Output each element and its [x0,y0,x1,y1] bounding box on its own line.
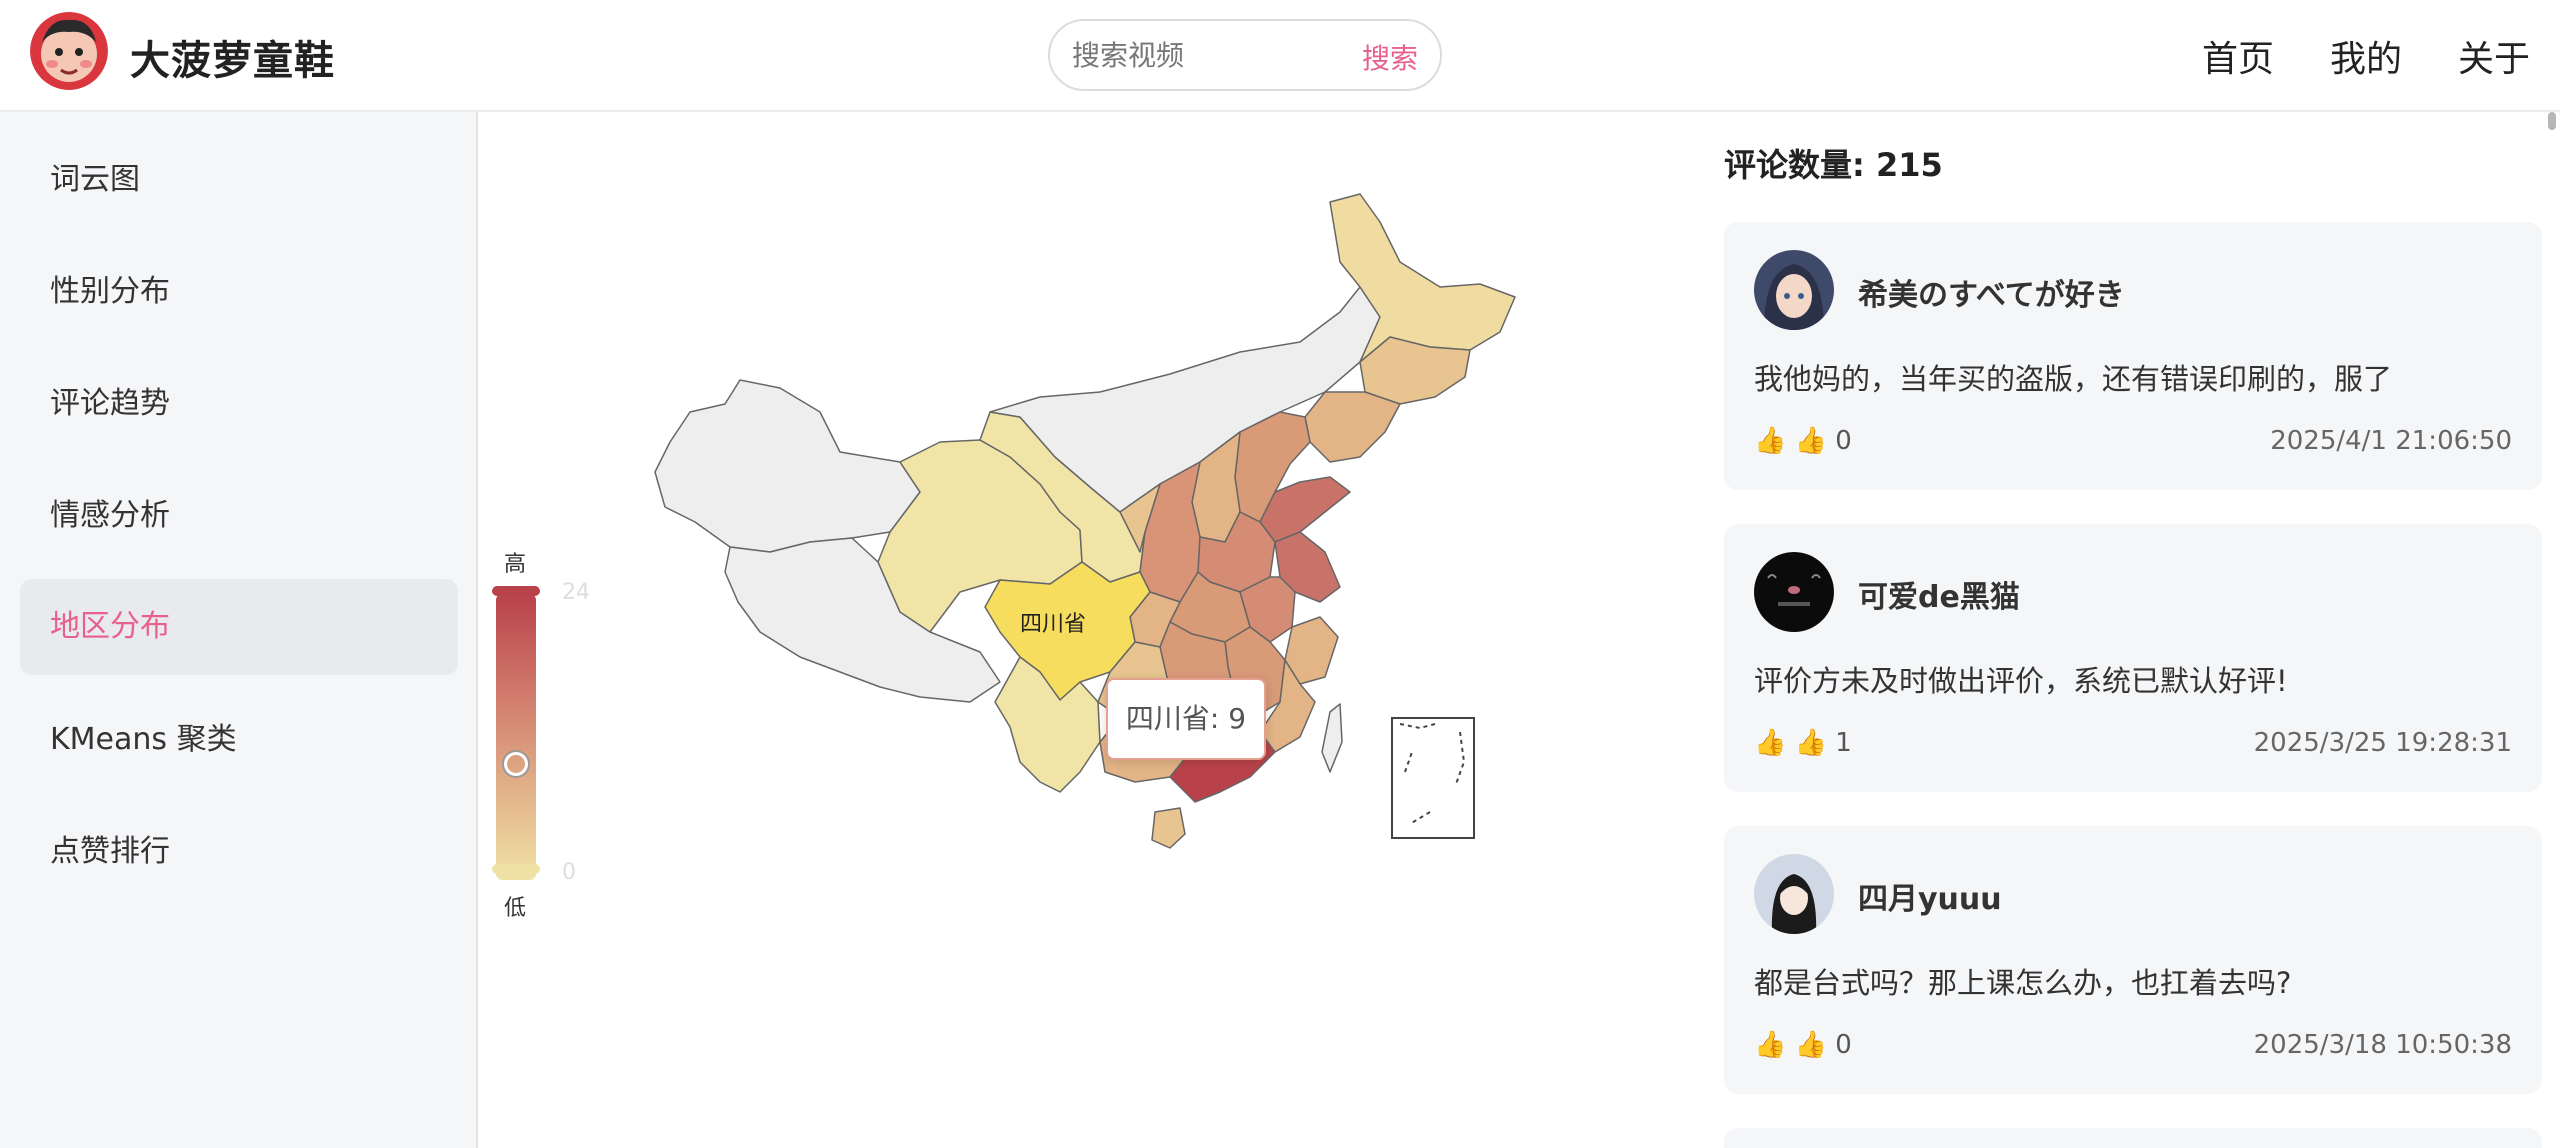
comment-username[interactable]: 四月yuuu [1858,874,2002,918]
south-china-sea-inset [1391,717,1475,839]
avatar[interactable] [1754,552,1834,632]
comment-text: 评价方未及时做出评价，系统已默认好评! [1754,664,2288,698]
region-map-panel: 高 24 0 低 四川省 四川省: 9 [480,112,1700,1148]
comments-panel: 评论数量: 215 希美のすべてが好き 我他妈的，当年买的盗版，还有错误印刷的，… [1700,112,2560,1148]
map-tooltip: 四川省: 9 [1106,678,1266,760]
page-scrollbar[interactable] [2548,112,2556,130]
comment-card: 四月yuuu 都是台式吗？那上课怎么办，也扛着去吗? 👍 👍 0 2025/3/… [1724,826,2542,1094]
sidebar-item-trend[interactable]: 评论趋势 [20,356,458,452]
comment-text: 都是台式吗？那上课怎么办，也扛着去吗? [1754,966,2292,1000]
region-hainan [1151,807,1186,849]
china-map[interactable] [480,112,1700,1148]
region-xinjiang [654,379,921,553]
avatar[interactable] [1754,854,1834,934]
region-taiwan [1321,703,1343,773]
like-count[interactable]: 👍 👍 0 [1754,1030,1852,1060]
search-input[interactable] [1072,33,1332,77]
comment-text: 我他妈的，当年买的盗版，还有错误印刷的，服了 [1754,362,2393,396]
sidebar: 词云图 性别分布 评论趋势 情感分析 地区分布 KMeans 聚类 点赞排行 [0,112,478,1148]
region-liaoning [1304,391,1401,463]
sidebar-item-kmeans[interactable]: KMeans 聚类 [20,692,458,788]
like-count[interactable]: 👍 👍 1 [1754,728,1852,758]
comment-count: 评论数量: 215 [1724,146,1943,184]
avatar[interactable] [1754,250,1834,330]
site-logo[interactable] [30,12,108,90]
sidebar-item-likes-rank[interactable]: 点赞排行 [20,804,458,900]
like-count[interactable]: 👍 👍 0 [1754,426,1852,456]
site-title: 大菠萝童鞋 [130,38,335,84]
comment-card-partial [1724,1128,2542,1148]
sidebar-item-wordcloud[interactable]: 词云图 [20,132,458,228]
comment-username[interactable]: 希美のすべてが好き [1858,270,2125,314]
sidebar-item-region[interactable]: 地区分布 [20,579,458,675]
comment-date: 2025/3/18 10:50:38 [2253,1030,2512,1060]
comment-card: 希美のすべてが好き 我他妈的，当年买的盗版，还有错误印刷的，服了 👍 👍 0 2… [1724,222,2542,490]
comment-card: 可爱de黑猫 评价方未及时做出评价，系统已默认好评! 👍 👍 1 2025/3/… [1724,524,2542,792]
comment-username[interactable]: 可爱de黑猫 [1858,572,2020,616]
header: 大菠萝童鞋 搜索 首页 我的 关于 [0,0,2560,112]
sidebar-item-gender[interactable]: 性别分布 [20,244,458,340]
map-region-label: 四川省 [1020,612,1087,637]
search-button[interactable]: 搜索 [1362,37,1418,77]
nav-mine[interactable]: 我的 [2330,30,2402,82]
comment-date: 2025/4/1 21:06:50 [2270,426,2512,456]
sidebar-item-sentiment[interactable]: 情感分析 [20,468,458,564]
search-box: 搜索 [1048,19,1442,91]
top-nav: 首页 我的 关于 [2202,30,2530,82]
comment-date: 2025/3/25 19:28:31 [2253,728,2512,758]
nav-about[interactable]: 关于 [2458,30,2530,82]
nav-home[interactable]: 首页 [2202,30,2274,82]
